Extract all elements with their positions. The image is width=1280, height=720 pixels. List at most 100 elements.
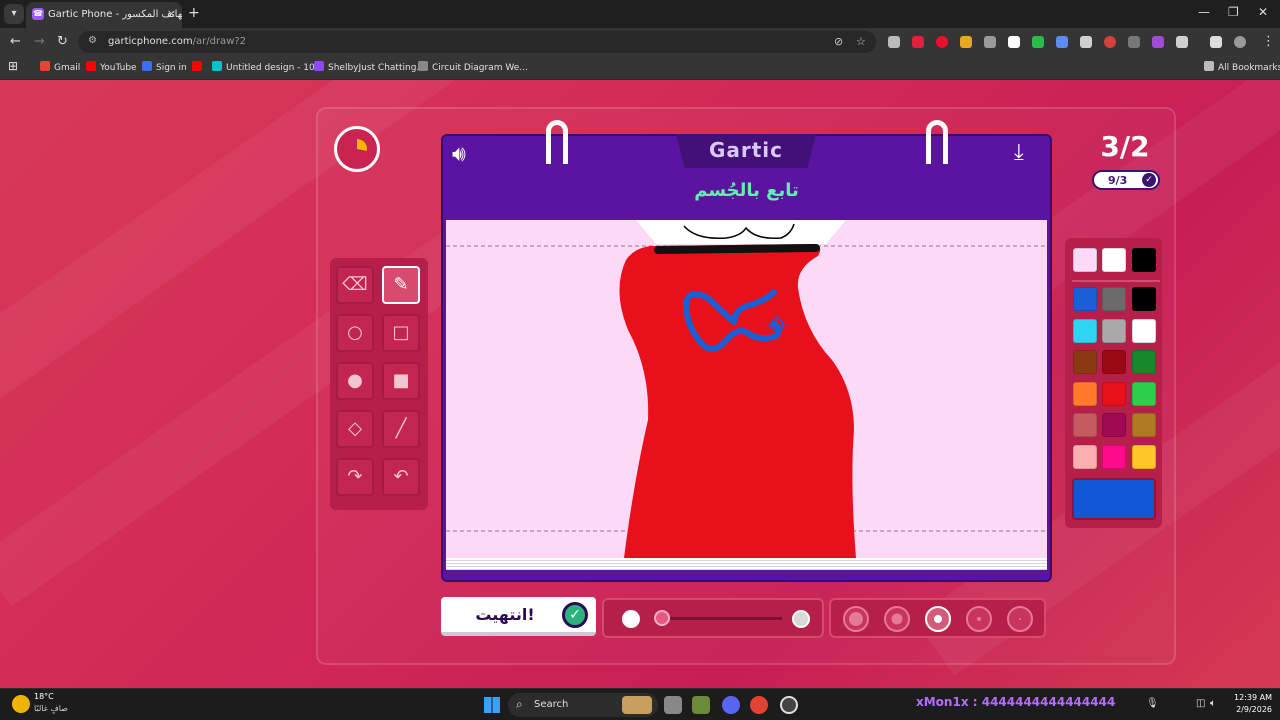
tab-close-icon[interactable]: × bbox=[167, 7, 176, 20]
color-swatch[interactable] bbox=[1073, 318, 1097, 343]
bookmark-youtube[interactable]: YouTube bbox=[86, 61, 137, 73]
extension-icon[interactable] bbox=[888, 36, 900, 48]
extension-icon[interactable] bbox=[984, 36, 996, 48]
rect-fill-tool[interactable]: ■ bbox=[382, 362, 420, 400]
bookmark-star-icon[interactable]: ☆ bbox=[856, 35, 866, 48]
color-swatch[interactable] bbox=[1132, 248, 1156, 272]
extension-icon[interactable] bbox=[936, 36, 948, 48]
extension-icon[interactable] bbox=[912, 36, 924, 48]
color-swatch[interactable] bbox=[1132, 350, 1156, 374]
mic-icon[interactable]: 🎙︎ bbox=[1146, 698, 1159, 709]
line-tool[interactable]: ╱ bbox=[382, 410, 420, 448]
extension-icon[interactable] bbox=[1032, 36, 1044, 48]
undo-tool[interactable]: ↶ bbox=[382, 458, 420, 496]
download-icon[interactable]: ⤓ bbox=[1014, 140, 1024, 165]
color-swatch[interactable] bbox=[1102, 381, 1126, 406]
color-swatch[interactable] bbox=[1132, 287, 1156, 311]
color-swatch[interactable] bbox=[1132, 318, 1156, 343]
clock-time: 12:39 AM bbox=[1234, 693, 1272, 702]
bookmark-circuit[interactable]: Circuit Diagram We... bbox=[418, 61, 528, 73]
color-swatch[interactable] bbox=[1073, 248, 1097, 272]
brush-size-selector bbox=[829, 598, 1046, 638]
opacity-slider[interactable] bbox=[602, 598, 824, 638]
paper-edge bbox=[446, 558, 1047, 570]
color-swatch[interactable] bbox=[1102, 444, 1126, 469]
download-icon[interactable] bbox=[1210, 36, 1222, 48]
color-swatch[interactable] bbox=[1073, 287, 1097, 311]
color-swatch[interactable] bbox=[1132, 381, 1156, 406]
canva-icon bbox=[212, 61, 222, 71]
back-icon[interactable]: ← bbox=[10, 34, 21, 49]
site-info-icon[interactable]: ⚙ bbox=[88, 35, 97, 46]
reload-icon[interactable]: ↻ bbox=[57, 34, 68, 49]
extension-icon[interactable] bbox=[1056, 36, 1068, 48]
sound-icon[interactable]: 🔊︎ bbox=[452, 142, 466, 167]
drawing-svg bbox=[446, 220, 1047, 558]
bookmark-sign-in[interactable]: Sign in bbox=[142, 61, 187, 73]
color-swatch[interactable] bbox=[1102, 287, 1126, 311]
color-swatch[interactable] bbox=[1102, 413, 1126, 437]
extensions-puzzle-icon[interactable] bbox=[1176, 36, 1188, 48]
apps-grid-icon[interactable]: ⊞ bbox=[8, 59, 18, 73]
brush-size-option[interactable] bbox=[1007, 606, 1033, 632]
bookmark-canva[interactable]: Untitled design - 10... bbox=[212, 61, 323, 73]
eye-off-icon[interactable]: ⊘ bbox=[834, 35, 843, 48]
color-swatch[interactable] bbox=[1102, 248, 1126, 272]
color-swatch[interactable] bbox=[1073, 381, 1097, 406]
window-close-icon[interactable]: ✕ bbox=[1258, 5, 1268, 19]
bookmark-gmail[interactable]: Gmail bbox=[40, 61, 80, 73]
network-icon[interactable]: ◫ bbox=[1196, 698, 1205, 709]
extension-icon[interactable] bbox=[1152, 36, 1164, 48]
pen-tool[interactable]: ✎ bbox=[382, 266, 420, 304]
slider-handle[interactable] bbox=[654, 610, 671, 626]
color-swatch[interactable] bbox=[1073, 413, 1097, 437]
all-bookmarks[interactable]: All Bookmarks bbox=[1204, 61, 1280, 73]
brush-size-option[interactable] bbox=[966, 606, 992, 632]
windows-start-icon[interactable] bbox=[484, 697, 500, 713]
fill-bucket-tool[interactable]: ◇ bbox=[336, 410, 374, 448]
browser-tab[interactable]: ☎ Gartic Phone - الهاتف المكسور × bbox=[26, 2, 182, 28]
color-swatch[interactable] bbox=[1132, 413, 1156, 437]
chrome-icon[interactable] bbox=[750, 696, 768, 714]
extension-icon[interactable] bbox=[1104, 36, 1116, 48]
extension-icon[interactable] bbox=[1128, 36, 1140, 48]
brush-size-option[interactable] bbox=[884, 606, 910, 632]
ellipse-outline-tool[interactable]: ○ bbox=[336, 314, 374, 352]
new-tab-button[interactable]: + bbox=[188, 5, 200, 21]
brush-size-option[interactable] bbox=[925, 606, 951, 632]
task-view-icon[interactable] bbox=[664, 696, 682, 714]
weather-icon[interactable] bbox=[12, 695, 30, 713]
eraser-icon: ⌫ bbox=[342, 274, 368, 295]
opacity-min-dot bbox=[622, 610, 640, 628]
profile-avatar[interactable] bbox=[1234, 36, 1246, 48]
volume-icon[interactable]: 🔈︎ bbox=[1210, 698, 1216, 709]
color-swatch[interactable] bbox=[1073, 444, 1097, 469]
minimize-icon[interactable]: — bbox=[1198, 5, 1210, 19]
taskbar-app-icon[interactable] bbox=[692, 696, 710, 714]
extension-icon[interactable] bbox=[1080, 36, 1092, 48]
bookmark-youtube-2[interactable] bbox=[192, 61, 206, 73]
extension-icon[interactable] bbox=[960, 36, 972, 48]
brush-size-option[interactable] bbox=[843, 606, 869, 632]
color-swatch[interactable] bbox=[1073, 350, 1097, 374]
rect-outline-tool[interactable]: □ bbox=[382, 314, 420, 352]
drawing-canvas[interactable] bbox=[446, 220, 1047, 558]
menu-dots-icon[interactable]: ⋮ bbox=[1262, 34, 1275, 49]
color-swatch[interactable] bbox=[1132, 444, 1156, 469]
forward-icon[interactable]: → bbox=[34, 34, 45, 49]
color-swatch[interactable] bbox=[1102, 318, 1126, 343]
extension-icon[interactable] bbox=[1008, 36, 1020, 48]
color-swatch[interactable] bbox=[1102, 350, 1126, 374]
redo-tool[interactable]: ↷ bbox=[336, 458, 374, 496]
discord-icon[interactable] bbox=[722, 696, 740, 714]
slider-track[interactable] bbox=[656, 617, 782, 620]
bookmark-twitch[interactable]: ShelbyJust Chatting... bbox=[314, 61, 425, 73]
restore-icon[interactable]: ❐ bbox=[1228, 5, 1239, 19]
eraser-tool[interactable]: ⌫ bbox=[336, 266, 374, 304]
ellipse-fill-tool[interactable]: ● bbox=[336, 362, 374, 400]
done-button[interactable]: انتهيت! ✓ bbox=[441, 597, 596, 636]
obs-icon[interactable] bbox=[780, 696, 798, 714]
tab-search-button[interactable]: ▾ bbox=[4, 4, 24, 24]
address-bar[interactable]: ⚙ garticphone.com/ar/draw?2 ⊘ ☆ bbox=[78, 31, 876, 53]
taskbar-widget-icon[interactable] bbox=[622, 696, 652, 714]
